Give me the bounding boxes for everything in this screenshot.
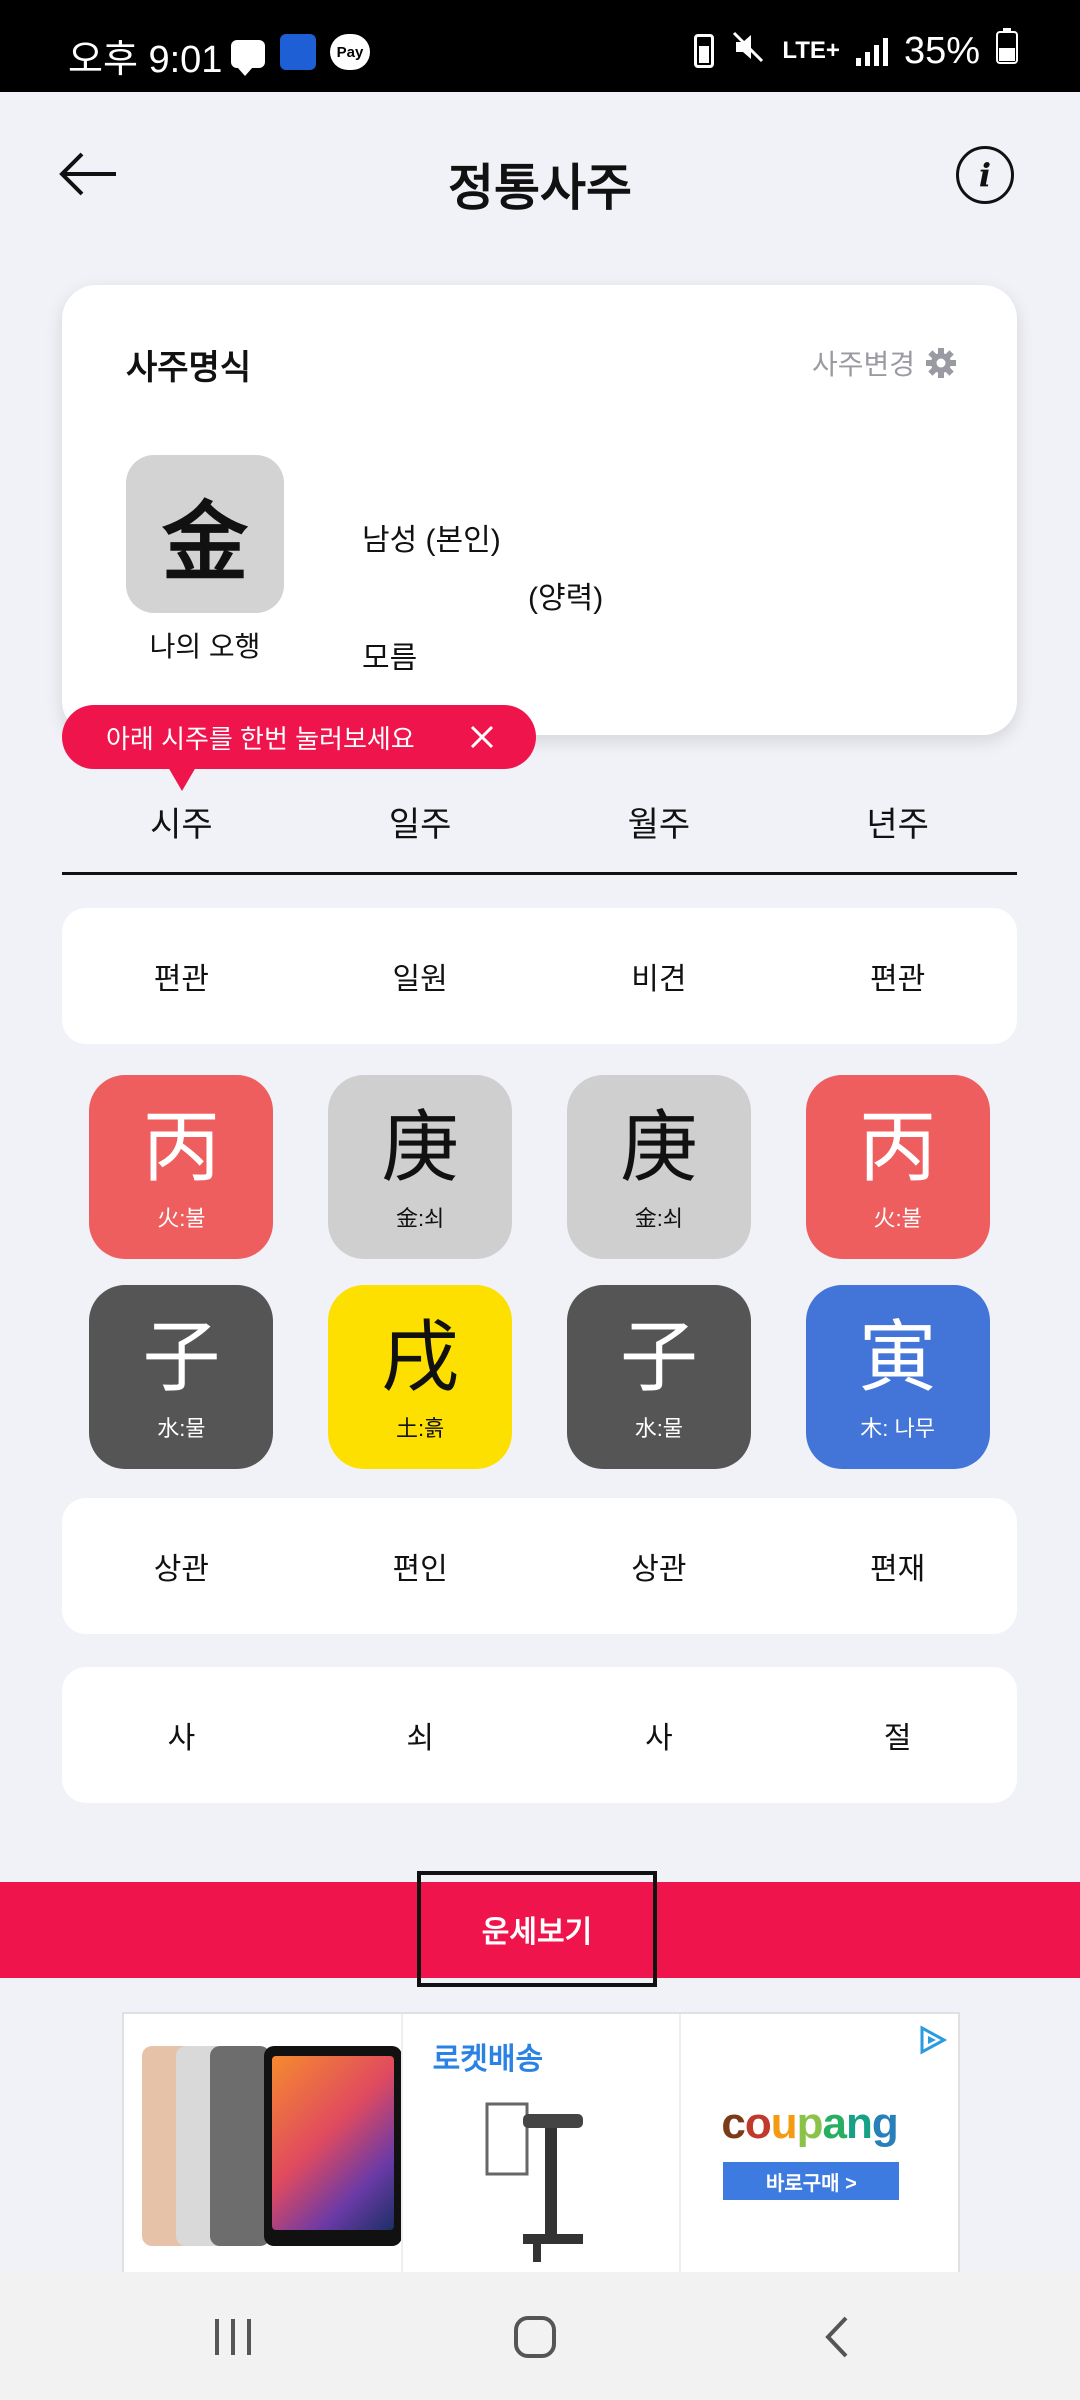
ten-god-cell: 편재 [870, 1553, 926, 1586]
monitor-arm-image [483, 2084, 603, 2264]
hint-tooltip: 아래 시주를 한번 눌러보세요 [62, 705, 536, 791]
page-title: 정통사주 [448, 160, 632, 216]
status-time: 오후 9:01 [68, 39, 223, 81]
stem-element: 金:쇠 [395, 1206, 445, 1231]
back-icon[interactable] [802, 2302, 872, 2372]
stage-cell: 사 [645, 1722, 673, 1755]
stem-char: 丙 [858, 1103, 937, 1193]
stem-tile[interactable]: 庚 金:쇠 [328, 1075, 513, 1259]
change-saju-button[interactable]: 사주변경 [812, 343, 957, 383]
battery-icon [996, 28, 1018, 74]
stage-cell: 절 [883, 1722, 912, 1755]
tablet-gray-image [210, 2046, 270, 2246]
ten-god-cell: 편인 [392, 1553, 448, 1586]
app-header: 정통사주 i [0, 92, 1080, 262]
ten-god-cell: 편관 [153, 963, 209, 996]
branch-char: 子 [142, 1313, 221, 1403]
saju-profile-card: 사주명식 사주변경 金 나의 오행 남성 (본인) (양력) 모름 [62, 285, 1017, 735]
signal-icon [855, 36, 888, 66]
branch-element: 土:흙 [395, 1416, 445, 1441]
ten-god-cell: 편관 [870, 963, 926, 996]
stem-element: 火:불 [157, 1206, 206, 1231]
info-icon[interactable]: i [956, 146, 1014, 204]
ten-god-cell: 비견 [631, 963, 687, 996]
status-bar: 오후 9:01 Pay LTE+ 35% [0, 0, 1080, 92]
mute-icon [730, 29, 766, 73]
view-fortune-button[interactable]: 운세보기 [417, 1871, 657, 1987]
app-notification-icon [280, 34, 316, 70]
message-icon [230, 34, 266, 76]
stem-char: 庚 [619, 1103, 698, 1193]
ad-choices-icon[interactable] [916, 2024, 948, 2056]
branch-element: 水:물 [634, 1416, 684, 1441]
branch-char: 戌 [381, 1313, 460, 1403]
battery-percent: 35% [903, 29, 980, 72]
tab-year-pillar[interactable]: 년주 [778, 795, 1017, 872]
ad-product-monitor-arm[interactable]: 로켓배송 [403, 2014, 682, 2272]
card-title: 사주명식 [126, 349, 252, 387]
stem-element: 火:불 [873, 1206, 922, 1231]
ad-product-tablet[interactable] [124, 2014, 403, 2272]
hint-text: 아래 시주를 한번 눌러보세요 [106, 723, 415, 754]
branch-char: 子 [619, 1313, 698, 1403]
network-type: LTE+ [782, 37, 840, 64]
stage-cell: 쇠 [406, 1722, 434, 1755]
ten-god-cell: 상관 [631, 1553, 687, 1586]
ten-gods-branch-row: 상관 편인 상관 편재 [62, 1498, 1017, 1634]
tab-hour-pillar[interactable]: 시주 [62, 795, 301, 872]
close-icon[interactable] [464, 719, 500, 755]
system-nav-bar [0, 2272, 1080, 2400]
heavenly-stems-row: 丙 火:불 庚 金:쇠 庚 金:쇠 丙 火:불 [62, 1075, 1017, 1259]
recent-apps-icon[interactable] [198, 2302, 268, 2372]
earthly-branches-row: 子 水:물 戌 土:흙 子 水:물 寅 木: 나무 [62, 1285, 1017, 1469]
home-icon[interactable] [500, 2302, 570, 2372]
branch-char: 寅 [858, 1313, 937, 1403]
stem-char: 丙 [142, 1103, 221, 1193]
stem-char: 庚 [381, 1103, 460, 1193]
pillar-tabs: 시주 일주 월주 년주 [62, 795, 1017, 875]
branch-tile[interactable]: 子 水:물 [89, 1285, 274, 1469]
change-saju-label: 사주변경 [811, 349, 915, 380]
branch-element: 木: 나무 [860, 1416, 935, 1441]
ten-god-cell: 상관 [153, 1553, 209, 1586]
stage-cell: 사 [167, 1722, 196, 1755]
tablet-image [264, 2046, 401, 2246]
coupang-logo: coupang [721, 2099, 898, 2148]
calendar-type-text: (양력) [528, 582, 604, 615]
ad-brand[interactable]: coupang 바로구매 > [681, 2014, 958, 2272]
pay-icon: Pay [330, 34, 370, 70]
branch-tile[interactable]: 戌 土:흙 [328, 1285, 513, 1469]
stem-tile[interactable]: 庚 金:쇠 [566, 1075, 751, 1259]
ten-gods-stem-row: 편관 일원 비견 편관 [62, 908, 1017, 1044]
tab-month-pillar[interactable]: 월주 [540, 795, 779, 872]
ten-god-cell: 일원 [392, 963, 448, 996]
ad-banner[interactable]: 로켓배송 coupang 바로구매 > [122, 2012, 960, 2274]
stem-element: 金:쇠 [634, 1206, 684, 1231]
gear-icon [925, 347, 957, 379]
birth-time-text: 모름 [362, 642, 418, 675]
branch-element: 水:물 [157, 1416, 206, 1441]
branch-tile[interactable]: 寅 木: 나무 [805, 1285, 990, 1469]
gender-text: 남성 (본인) [362, 524, 501, 557]
my-element-badge: 金 [126, 455, 284, 613]
tab-day-pillar[interactable]: 일주 [301, 795, 540, 872]
my-element-label: 나의 오행 [149, 631, 261, 662]
twelve-stages-row: 사 쇠 사 절 [62, 1667, 1017, 1803]
rocket-delivery-label: 로켓배송 [432, 2043, 544, 2076]
buy-now-button[interactable]: 바로구매 > [723, 2162, 900, 2200]
branch-tile[interactable]: 子 水:물 [566, 1285, 751, 1469]
battery-saver-icon [694, 34, 715, 68]
stem-tile[interactable]: 丙 火:불 [805, 1075, 990, 1259]
stem-tile[interactable]: 丙 火:불 [89, 1075, 274, 1259]
